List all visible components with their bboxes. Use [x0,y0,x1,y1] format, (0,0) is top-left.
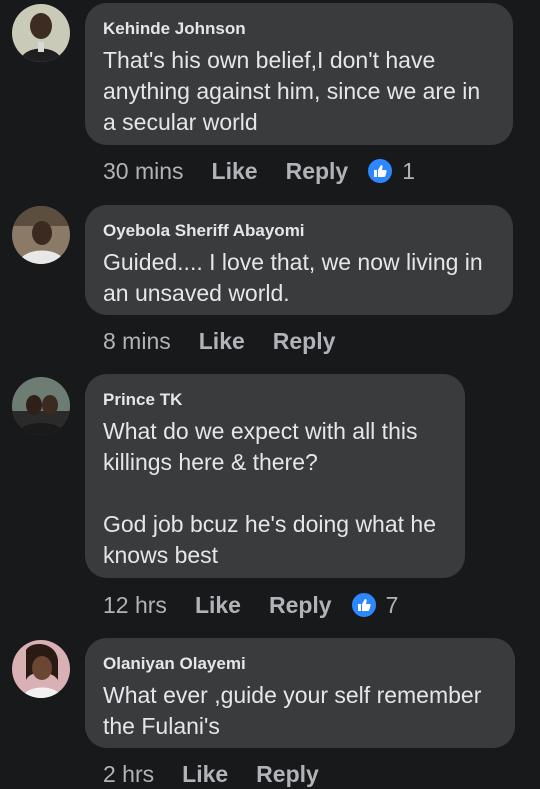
comment-bubble: Oyebola Sheriff Abayomi Guided.... I lov… [85,205,513,315]
like-button[interactable]: Like [182,761,228,788]
like-button[interactable]: Like [199,328,245,355]
comment-actions: 30 mins Like Reply 1 [103,156,415,186]
avatar[interactable] [12,206,70,264]
comment-bubble: Kehinde Johnson That's his own belief,I … [85,3,513,145]
timestamp[interactable]: 8 mins [103,328,171,355]
author-name[interactable]: Prince TK [103,390,447,410]
like-button[interactable]: Like [195,592,241,619]
author-name[interactable]: Olaniyan Olayemi [103,654,497,674]
reply-button[interactable]: Reply [256,761,319,788]
comment-bubble: Olaniyan Olayemi What ever ,guide your s… [85,638,515,748]
reply-button[interactable]: Reply [286,158,349,185]
reaction-count: 7 [385,591,399,618]
timestamp[interactable]: 2 hrs [103,761,154,788]
reaction-summary[interactable]: 1 [366,157,415,185]
thumbs-up-icon [366,157,395,185]
comment-bubble: Prince TK What do we expect with all thi… [85,374,465,578]
like-button[interactable]: Like [212,158,258,185]
reaction-summary[interactable]: 7 [349,591,399,619]
comment-actions: 12 hrs Like Reply 7 [103,590,398,620]
author-name[interactable]: Kehinde Johnson [103,19,495,39]
avatar[interactable] [12,640,70,698]
reply-button[interactable]: Reply [273,328,336,355]
timestamp[interactable]: 30 mins [103,158,184,185]
comment-actions: 8 mins Like Reply [103,326,335,356]
comment-text: What ever ,guide your self remember the … [103,682,482,739]
reply-button[interactable]: Reply [269,592,332,619]
comment-text: That's his own belief,I don't have anyth… [103,47,481,135]
avatar[interactable] [12,377,70,435]
reaction-count: 1 [402,157,416,184]
timestamp[interactable]: 12 hrs [103,592,167,619]
avatar[interactable] [12,4,70,62]
thumbs-up-icon [349,591,378,619]
comment-text: Guided.... I love that, we now living in… [103,249,483,306]
comment-text: What do we expect with all this killings… [103,418,437,568]
author-name[interactable]: Oyebola Sheriff Abayomi [103,221,495,241]
